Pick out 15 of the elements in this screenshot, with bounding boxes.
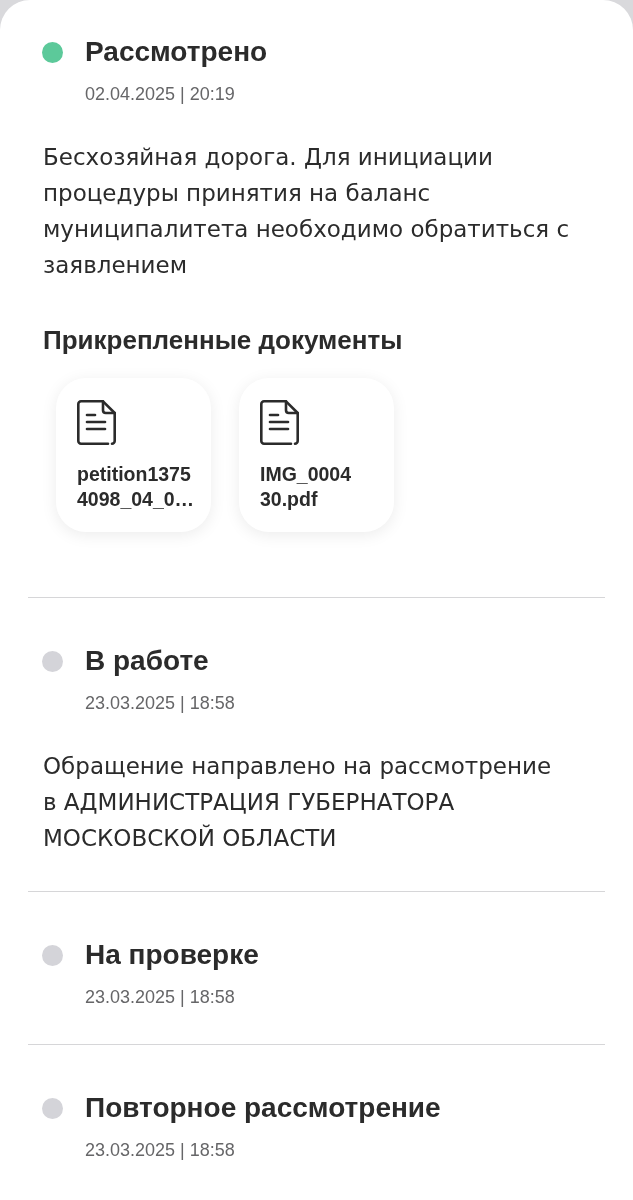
- attachments-heading: Прикрепленные документы: [43, 325, 404, 355]
- document-icon: [77, 400, 116, 445]
- file-card[interactable]: petition1375 4098_04_0…: [56, 378, 211, 532]
- status-description: Бесхозяйная дорога. Для инициации процедуры принятия на баланс муниципалитета необходимо обратиться с заявлением: [43, 143, 570, 280]
- status-title: В работе: [85, 644, 210, 678]
- status-description: Обращение направлено на рассмотрение в АДМИНИСТРАЦИЯ ГУБЕРНАТОРА МОСКОВСКОЙ ОБЛАСТИ: [43, 752, 553, 853]
- status-date: 23.03.2025 | 18:58: [85, 1139, 236, 1162]
- status-title: Рассмотрено: [85, 35, 269, 69]
- status-date: 23.03.2025 | 18:58: [85, 692, 236, 715]
- status-date: 02.04.2025 | 20:19: [85, 83, 236, 106]
- status-title: На проверке: [85, 938, 260, 972]
- status-title: Повторное рассмотрение: [85, 1091, 442, 1125]
- status-date: 23.03.2025 | 18:58: [85, 986, 236, 1009]
- file-card[interactable]: IMG_0004 30.pdf: [239, 378, 394, 532]
- document-icon: [260, 400, 299, 445]
